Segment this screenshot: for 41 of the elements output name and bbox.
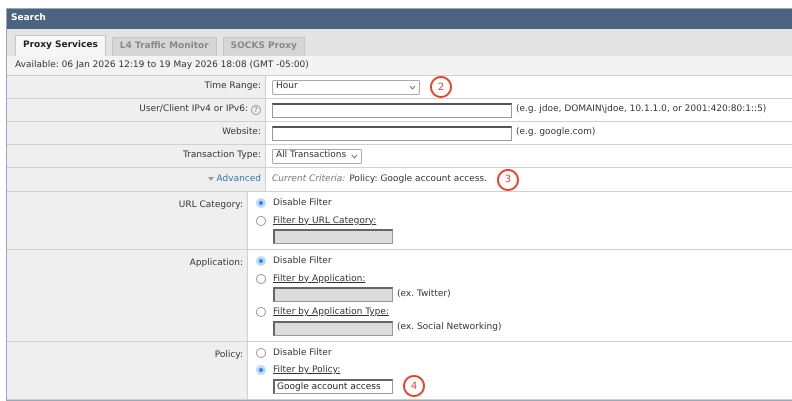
- filter-label: Policy:: [214, 348, 243, 362]
- annotation-marker: 4: [403, 375, 425, 397]
- option-label[interactable]: Disable Filter: [273, 197, 332, 210]
- radio-button[interactable]: [256, 274, 266, 284]
- input-field[interactable]: Google account access: [273, 378, 393, 394]
- option-label[interactable]: Disable Filter: [273, 346, 332, 360]
- hint-text: (ex. Twitter): [397, 288, 451, 301]
- filter-label: URL Category:: [178, 199, 243, 212]
- hint-text: (ex. Social Networking): [397, 321, 502, 334]
- radio-button[interactable]: [256, 307, 266, 317]
- tab[interactable]: Proxy Services: [15, 35, 106, 56]
- field-label: Website:: [222, 126, 261, 140]
- criteria-label: Current Criteria:: [272, 172, 346, 186]
- annotation-marker: 3: [496, 168, 519, 190]
- radio-button[interactable]: [256, 216, 266, 226]
- availability-text: Available: 06 Jan 2026 12:19 to 19 May 2026 18:08 (GMT -05:00): [15, 58, 309, 72]
- option-label[interactable]: Disable Filter: [273, 255, 332, 268]
- option-label[interactable]: Filter by URL Category:: [273, 214, 393, 228]
- input-field[interactable]: [272, 102, 512, 118]
- filter-label: Application:: [190, 257, 243, 270]
- annotation-marker: 2: [430, 76, 452, 98]
- field-label: User/Client IPv4 or IPv6:: [139, 103, 248, 116]
- radio-button[interactable]: [256, 365, 266, 375]
- hint-text: (e.g. jdoe, DOMAIN\jdoe, 10.1.1.0, or 2001:420:80:1::5): [516, 103, 766, 116]
- radio-button[interactable]: [256, 256, 266, 266]
- advanced-toggle[interactable]: Advanced: [208, 172, 261, 186]
- radio-button[interactable]: [256, 198, 266, 208]
- dropdown[interactable]: All Transactions: [272, 148, 362, 164]
- panel-title: Search: [11, 12, 46, 26]
- caret-icon: [409, 84, 416, 90]
- option-label[interactable]: Filter by Application:: [273, 272, 451, 286]
- field-label: Transaction Type:: [182, 149, 261, 162]
- option-label[interactable]: Filter by Application Type:: [273, 306, 502, 320]
- field-label: Time Range:: [204, 80, 261, 94]
- radio-button[interactable]: [256, 348, 266, 358]
- dropdown[interactable]: Hour: [272, 80, 420, 94]
- hint-text: (e.g. google.com): [516, 126, 596, 140]
- input-field[interactable]: [272, 126, 512, 140]
- option-label[interactable]: Filter by Policy:: [273, 364, 425, 378]
- criteria-text: Policy: Google account access.: [349, 172, 487, 186]
- caret-icon: [351, 154, 358, 158]
